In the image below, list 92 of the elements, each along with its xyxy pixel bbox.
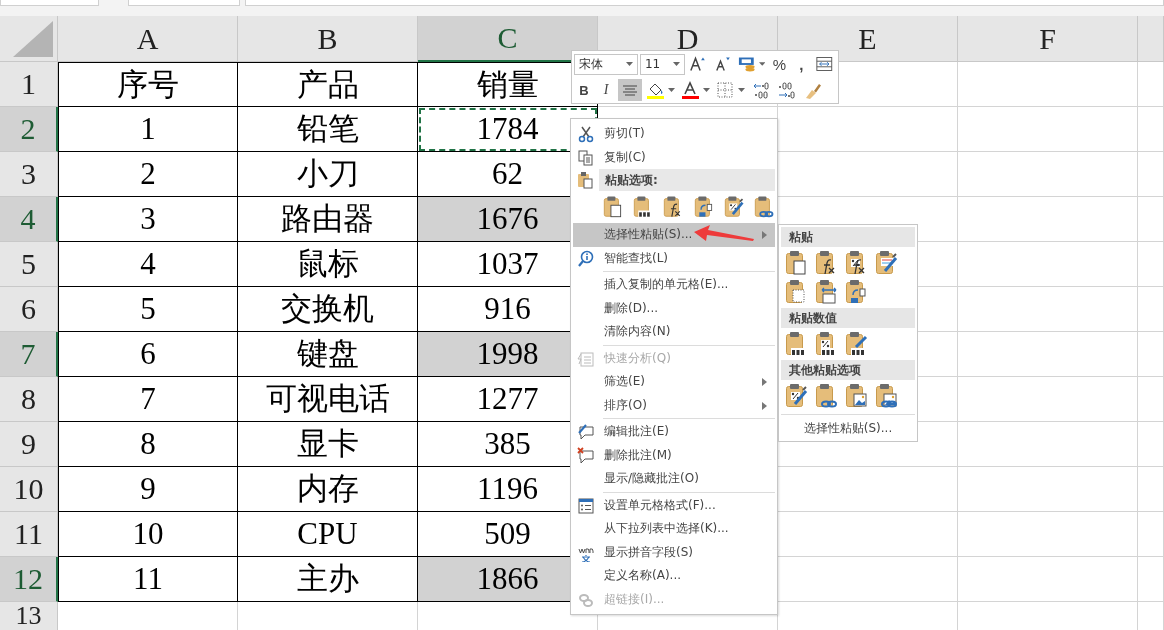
table-cell: 鼠标 [238, 242, 418, 287]
clipboard-icon[interactable] [815, 383, 839, 409]
empty-cell [1138, 512, 1164, 557]
clipboard-icon[interactable] [723, 194, 745, 220]
shrink-font-icon [713, 55, 733, 73]
table-cell: 5 [58, 287, 238, 332]
empty-cell [1138, 197, 1164, 242]
borders-icon [716, 81, 736, 99]
clipboard-icon[interactable] [785, 383, 809, 409]
caret-icon [668, 88, 675, 92]
row-header[interactable]: 3 [0, 152, 58, 197]
empty-header [1138, 16, 1164, 62]
empty-cell [1138, 242, 1164, 287]
menu-item[interactable]: 选择性粘贴(S)... [781, 417, 915, 439]
search-icon [577, 249, 595, 268]
empty-cell [1138, 152, 1164, 197]
clipboard-icon[interactable] [875, 250, 899, 276]
italic-button[interactable]: I [596, 79, 616, 101]
copy-icon [577, 148, 595, 167]
bold-button[interactable]: B [574, 79, 594, 101]
clipboard-icon[interactable] [785, 250, 809, 276]
table-cell: 交换机 [238, 287, 418, 332]
clipboard-icon[interactable] [845, 383, 869, 409]
row-header[interactable]: 10 [0, 467, 58, 512]
row-header[interactable]: 6 [0, 287, 58, 332]
clipboard-icon[interactable] [845, 331, 869, 357]
format-icon [577, 496, 595, 515]
merge-cells-icon [815, 55, 834, 73]
row-header[interactable]: 4 [0, 197, 58, 242]
table-cell: 小刀 [238, 152, 418, 197]
table-cell: 2 [58, 152, 238, 197]
table-cell: CPU [238, 512, 418, 557]
table-cell: 4 [58, 242, 238, 287]
clipboard-icon[interactable] [815, 279, 839, 305]
clipboard-icon[interactable] [693, 194, 715, 220]
submenu-section-header: 粘贴数值 [781, 308, 915, 328]
font-field[interactable]: 宋体 [574, 53, 638, 75]
table-cell: 10 [58, 512, 238, 557]
column-header[interactable]: A [58, 16, 238, 62]
column-header[interactable]: B [238, 16, 418, 62]
row-header[interactable]: 7 [0, 332, 58, 377]
money-icon [738, 55, 757, 73]
table-cell: 11 [58, 557, 238, 602]
table-cell: 1 [58, 107, 238, 152]
menu-section-header: 粘贴选项: [599, 169, 775, 191]
row-header[interactable]: 12 [0, 557, 58, 602]
clipboard-icon [577, 171, 595, 189]
row-header[interactable]: 11 [0, 512, 58, 557]
row-header[interactable]: 5 [0, 242, 58, 287]
formula-field[interactable] [245, 0, 1164, 6]
empty-cell [1138, 287, 1164, 332]
fontcolor-button[interactable] [679, 79, 712, 101]
submenu-section-header: 粘贴 [781, 227, 915, 247]
table-cell: 3 [58, 197, 238, 242]
table-cell: 显卡 [238, 422, 418, 467]
clipboard-icon[interactable] [875, 383, 899, 409]
row-header[interactable]: 13 [0, 602, 58, 630]
table-cell: 产品 [238, 62, 418, 107]
comment-delete-icon [577, 446, 595, 465]
submenu-section-header: 其他粘贴选项 [781, 360, 915, 380]
table-cell: 6 [58, 332, 238, 377]
caret-icon [738, 88, 745, 92]
format-painter-icon [803, 81, 823, 99]
row-header[interactable]: 8 [0, 377, 58, 422]
menu-item[interactable]: 选择性粘贴(S)... [573, 223, 775, 247]
row-header[interactable]: 1 [0, 62, 58, 107]
table-cell: 铅笔 [238, 107, 418, 152]
table-cell: 7 [58, 377, 238, 422]
empty-cell [1138, 467, 1164, 512]
clipboard-icon[interactable] [845, 279, 869, 305]
empty-cell [1138, 377, 1164, 422]
annotation-arrow [694, 225, 754, 243]
font-size-field[interactable]: 11 [639, 53, 686, 75]
row-header[interactable]: 9 [0, 422, 58, 467]
table-cell: 可视电话 [238, 377, 418, 422]
empty-cell [1138, 422, 1164, 467]
table-cell: 8 [58, 422, 238, 467]
increase-decimal-icon [751, 81, 771, 99]
table-cell: 9 [58, 467, 238, 512]
caret-icon [703, 88, 710, 92]
table-cell: 内存 [238, 467, 418, 512]
comment-edit-icon [577, 423, 595, 441]
column-header[interactable]: F [958, 16, 1138, 62]
decrease-decimal-icon [777, 81, 797, 99]
clipboard-icon[interactable] [753, 194, 776, 220]
table-cell: 序号 [58, 62, 238, 107]
empty-cell [1138, 557, 1164, 602]
empty-cell [1138, 107, 1164, 152]
empty-cell [1138, 332, 1164, 377]
row-header[interactable]: 2 [0, 107, 58, 152]
quick-icon [577, 349, 595, 368]
scissors-icon [577, 125, 595, 143]
